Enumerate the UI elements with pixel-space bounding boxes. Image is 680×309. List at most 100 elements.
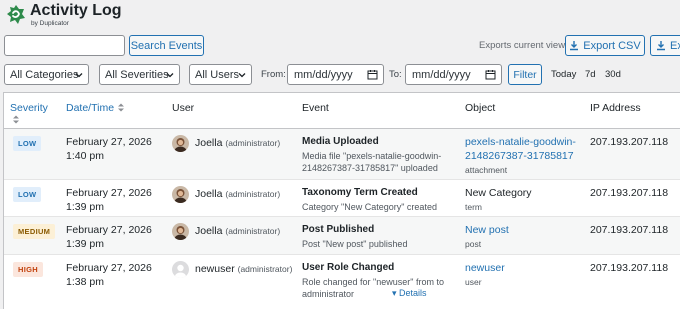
page-header: Activity Log by Duplicator xyxy=(0,0,680,32)
exports-label: Exports current view xyxy=(479,40,566,51)
to-label: To: xyxy=(389,69,402,80)
object-type: term xyxy=(465,202,482,212)
object-name: New Category xyxy=(465,187,532,199)
download-icon xyxy=(657,41,665,51)
severity-badge: LOW xyxy=(13,187,42,202)
event-title: Taxonomy Term Created xyxy=(302,187,418,198)
table-row: LOW February 27, 2026 1:39 pm Joella (ad… xyxy=(4,180,680,217)
details-label: Details xyxy=(399,288,427,298)
quick-range-7d[interactable]: 7d xyxy=(585,69,596,80)
export-csv-label: Export CSV xyxy=(583,39,641,52)
export-secondary-button[interactable]: Ex xyxy=(650,35,680,56)
severity-select[interactable]: All Severities xyxy=(99,64,180,85)
column-ip: IP Address xyxy=(590,102,641,114)
table-row: HIGH February 27, 2026 1:38 pm newuser (… xyxy=(4,255,680,309)
duplicator-logo-icon xyxy=(7,5,25,24)
export-secondary-label: Ex xyxy=(670,39,680,52)
object-type: attachment xyxy=(465,165,508,175)
user-name-text: Joella xyxy=(195,137,223,149)
user-name: Joella (administrator) xyxy=(195,137,280,149)
event-description: Category "New Category" created xyxy=(302,202,437,212)
event-title: Media Uploaded xyxy=(302,136,379,147)
user-name: Joella (administrator) xyxy=(195,225,280,237)
export-csv-button[interactable]: Export CSV xyxy=(565,35,645,56)
object-link[interactable]: pexels-natalie-goodwin- xyxy=(465,135,576,149)
default-avatar xyxy=(172,261,189,278)
quick-range-today[interactable]: Today xyxy=(551,69,576,80)
user-name-text: newuser xyxy=(195,263,235,275)
event-date: February 27, 2026 xyxy=(66,262,152,274)
quick-range-30d[interactable]: 30d xyxy=(605,69,621,80)
user-name-text: Joella xyxy=(195,225,223,237)
ip-address: 207.193.207.118 xyxy=(590,262,669,274)
sort-icon xyxy=(118,103,125,112)
event-description: Post "New post" published xyxy=(302,239,408,249)
event-title: User Role Changed xyxy=(302,262,395,273)
calendar-icon[interactable] xyxy=(485,69,496,80)
table-row: MEDIUM February 27, 2026 1:39 pm Joella … xyxy=(4,217,680,255)
to-date-value: mm/dd/yyyy xyxy=(412,68,471,81)
from-label: From: xyxy=(261,69,286,80)
category-select-value: All Categories xyxy=(10,68,79,81)
object-type: post xyxy=(465,239,482,249)
search-events-button[interactable]: Search Events xyxy=(129,35,204,56)
column-object: Object xyxy=(465,102,496,114)
ip-address: 207.193.207.118 xyxy=(590,187,669,199)
object-link[interactable]: newuser xyxy=(465,261,505,275)
event-date: February 27, 2026 xyxy=(66,136,152,148)
event-time: 1:40 pm xyxy=(66,150,104,162)
from-date-value: mm/dd/yyyy xyxy=(294,68,353,81)
app-title: Activity Log xyxy=(30,2,122,19)
download-icon xyxy=(570,41,579,51)
table-header: Severity Date/Time User Event Object IP … xyxy=(4,93,680,129)
severity-badge: HIGH xyxy=(13,262,43,277)
event-time: 1:39 pm xyxy=(66,238,104,250)
event-date: February 27, 2026 xyxy=(66,187,152,199)
severity-select-value: All Severities xyxy=(105,68,169,81)
column-datetime-label: Date/Time xyxy=(66,102,115,114)
avatar xyxy=(172,135,189,152)
user-select[interactable]: All Users xyxy=(189,64,252,85)
object-type: user xyxy=(465,277,482,287)
search-toolbar: Search Events Exports current view Expor… xyxy=(0,35,680,57)
user-role: (administrator) xyxy=(225,189,281,199)
calendar-icon[interactable] xyxy=(367,69,378,80)
column-severity[interactable]: Severity xyxy=(10,102,48,114)
ip-address: 207.193.207.118 xyxy=(590,224,669,236)
avatar xyxy=(172,223,189,240)
user-name: Joella (administrator) xyxy=(195,188,280,200)
severity-badge: LOW xyxy=(13,136,42,151)
user-name-text: Joella xyxy=(195,188,223,200)
avatar xyxy=(172,186,189,203)
activity-table: Severity Date/Time User Event Object IP … xyxy=(3,92,680,309)
column-user: User xyxy=(172,102,195,114)
details-toggle[interactable]: ▾ Details xyxy=(392,288,427,299)
event-time: 1:39 pm xyxy=(66,201,104,213)
user-name: newuser (administrator) xyxy=(195,263,292,275)
user-role: (administrator) xyxy=(225,138,281,148)
ip-address: 207.193.207.118 xyxy=(590,136,669,148)
user-select-value: All Users xyxy=(195,68,240,81)
search-input[interactable] xyxy=(4,35,125,56)
event-date: February 27, 2026 xyxy=(66,224,152,236)
user-role: (administrator) xyxy=(237,264,293,274)
table-row: LOW February 27, 2026 1:40 pm Joella (ad… xyxy=(4,129,680,180)
severity-badge: MEDIUM xyxy=(13,224,56,239)
column-event: Event xyxy=(302,102,329,114)
object-link-cont[interactable]: 2148267387-31785817 xyxy=(465,149,574,163)
event-time: 1:38 pm xyxy=(66,276,104,288)
chevron-down-icon xyxy=(166,73,174,78)
event-description: Media file "pexels-natalie-goodwin-21482… xyxy=(302,151,442,173)
user-role: (administrator) xyxy=(225,226,281,236)
from-date-input[interactable]: mm/dd/yyyy xyxy=(287,64,384,85)
chevron-down-icon xyxy=(75,73,83,78)
filter-button[interactable]: Filter xyxy=(508,64,542,85)
filter-toolbar: All Categories All Severities All Users … xyxy=(0,64,680,86)
event-description: Role changed for "newuser" from to admin… xyxy=(302,277,444,299)
app-subtitle: by Duplicator xyxy=(31,20,69,27)
sort-icon[interactable] xyxy=(13,115,19,124)
column-datetime[interactable]: Date/Time xyxy=(66,102,125,114)
to-date-input[interactable]: mm/dd/yyyy xyxy=(405,64,502,85)
object-link[interactable]: New post xyxy=(465,223,509,237)
category-select[interactable]: All Categories xyxy=(4,64,89,85)
